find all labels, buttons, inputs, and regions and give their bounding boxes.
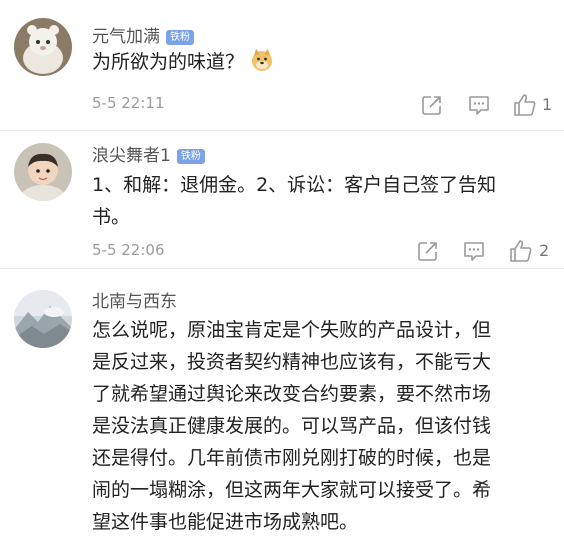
like-button[interactable] [512, 92, 538, 118]
avatar[interactable] [14, 143, 72, 201]
share-button[interactable] [415, 238, 441, 264]
username[interactable]: 北南与西东 [92, 287, 177, 312]
reply-button[interactable] [466, 92, 492, 118]
fan-badge: 铁粉 [176, 149, 205, 164]
comment-text: 怎么说呢，原油宝肯定是个失败的产品设计，但 是反过来，投资者契约精神也应该有，不… [92, 319, 492, 533]
username[interactable]: 元气加满 铁粉 [92, 22, 194, 47]
reply-button[interactable] [461, 238, 487, 264]
share-button[interactable] [419, 92, 445, 118]
comment-icon [464, 242, 484, 261]
doge-emoji-icon [250, 48, 274, 82]
share-icon [418, 242, 437, 261]
like-icon [514, 94, 536, 116]
fan-badge: 铁粉 [166, 30, 194, 45]
comment-text: 为所欲为的味道？ [92, 46, 274, 82]
avatar[interactable] [14, 290, 72, 348]
timestamp: 5-5 22:11 [92, 94, 165, 112]
like-count: 1 [542, 95, 553, 114]
timestamp: 5-5 22:06 [92, 241, 165, 259]
comment-item: 浪尖舞者1 铁粉 1、和解：退佣金。2、诉讼：客户自己签了告知 书。 5-5 22… [0, 131, 564, 269]
share-icon [422, 96, 441, 115]
comment-item: 元气加满 铁粉 为所欲为的味道？ 5-5 22:11 1 [0, 0, 564, 131]
like-count: 2 [539, 241, 550, 260]
comment-icon [469, 96, 489, 115]
username[interactable]: 浪尖舞者1 铁粉 [92, 141, 205, 166]
avatar[interactable] [14, 18, 72, 76]
comment-item: 北南与西东 怎么说呢，原油宝肯定是个失败的产品设计，但 是反过来，投资者契约精神… [0, 269, 564, 541]
like-icon [510, 240, 532, 262]
comment-text: 1、和解：退佣金。2、诉讼：客户自己签了告知 书。 [92, 174, 497, 228]
like-button[interactable] [508, 238, 534, 264]
